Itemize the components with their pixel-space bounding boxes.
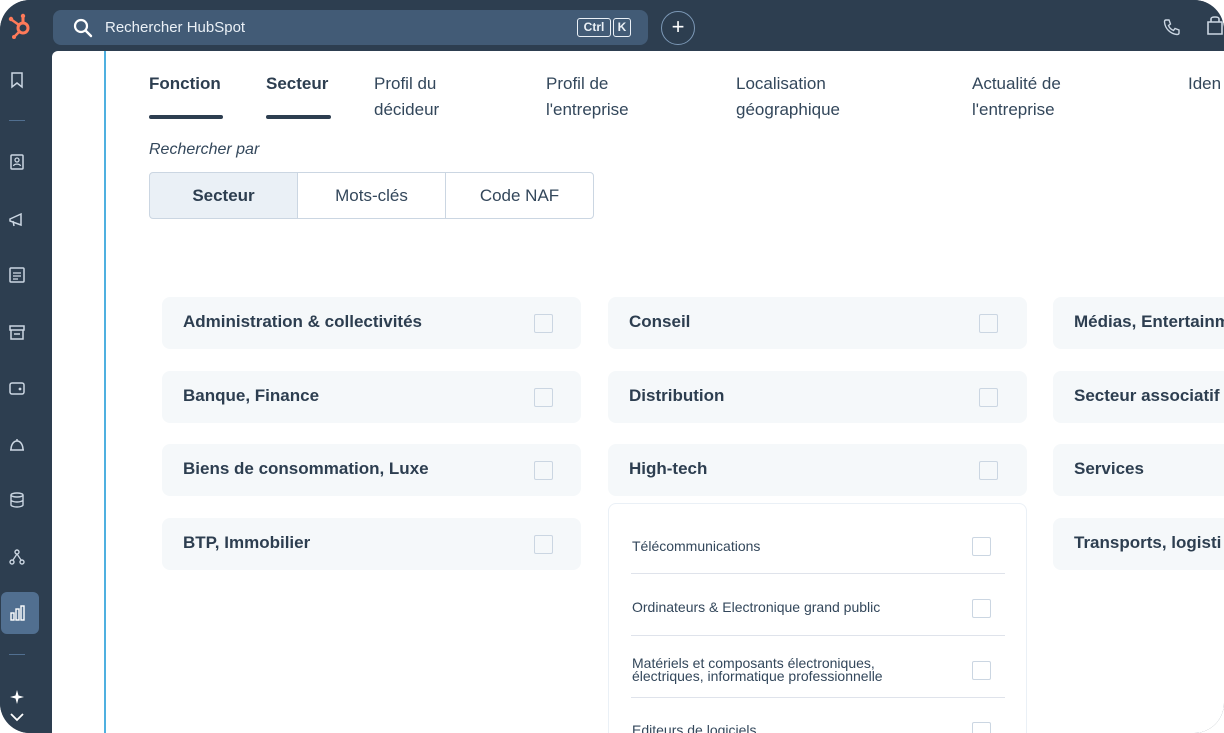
tab-actualite[interactable]: Actualité de l'entreprise [972, 71, 1061, 123]
service-icon[interactable] [8, 436, 26, 454]
wallet-icon[interactable] [8, 379, 26, 397]
sector-item[interactable]: Services [1053, 444, 1224, 496]
subsector-checkbox[interactable] [972, 537, 991, 556]
chevron-down-icon[interactable] [8, 708, 26, 726]
tab-localisation[interactable]: Localisation géographique [736, 71, 840, 123]
subsector-label: Editeurs de logiciels [632, 722, 757, 733]
shortcut-k-badge: K [613, 18, 631, 37]
marketplace-icon[interactable] [1206, 16, 1224, 36]
app-window: Rechercher HubSpot Ctrl K + Fonction Sec… [0, 0, 1224, 733]
sector-checkbox[interactable] [534, 388, 553, 407]
subsector-item[interactable]: Editeurs de logiciels [631, 698, 1005, 733]
content-left-border [104, 51, 106, 733]
tab-profil-decideur[interactable]: Profil du décideur [374, 71, 439, 123]
bookmark-icon[interactable] [8, 71, 26, 89]
sector-label: Médias, Entertainm [1074, 312, 1224, 331]
phone-icon[interactable] [1163, 18, 1181, 36]
sector-item[interactable]: Distribution [608, 371, 1027, 423]
megaphone-icon[interactable] [8, 211, 26, 229]
create-new-button[interactable]: + [661, 11, 695, 45]
subsector-label: Télécommunications [632, 538, 761, 554]
main-content: Fonction Secteur Profil du décideur Prof… [52, 51, 1224, 733]
sparkle-icon[interactable] [8, 688, 26, 706]
sector-item[interactable]: Banque, Finance [162, 371, 581, 423]
search-icon [73, 18, 93, 38]
search-placeholder: Rechercher HubSpot [105, 19, 246, 36]
workflows-icon[interactable] [8, 548, 26, 566]
tab-profil-entreprise[interactable]: Profil de l'entreprise [546, 71, 629, 123]
reports-icon[interactable] [8, 604, 26, 622]
left-sidebar [0, 51, 52, 733]
sector-item[interactable]: Transports, logisti [1053, 518, 1224, 570]
search-by-code-naf[interactable]: Code NAF [445, 172, 594, 219]
content-icon[interactable] [8, 266, 26, 284]
database-icon[interactable] [8, 491, 26, 509]
sector-checkbox[interactable] [534, 461, 553, 480]
tab-fonction[interactable]: Fonction [149, 71, 221, 97]
sector-label: Secteur associatif [1074, 386, 1220, 405]
sidebar-divider [9, 120, 25, 121]
sector-label: Banque, Finance [183, 386, 320, 405]
sector-item[interactable]: Médias, Entertainm [1053, 297, 1224, 349]
subsector-item[interactable]: Matériels et composants électroniques, é… [631, 636, 1005, 698]
sector-item[interactable]: High-tech [608, 444, 1027, 496]
hightech-subsectors-panel: Télécommunications Ordinateurs & Electro… [608, 503, 1027, 733]
sector-checkbox[interactable] [979, 461, 998, 480]
sector-item[interactable]: Administration & collectivités [162, 297, 581, 349]
search-by-secteur[interactable]: Secteur [149, 172, 298, 219]
tab-secteur[interactable]: Secteur [266, 71, 328, 97]
sector-checkbox[interactable] [979, 314, 998, 333]
sector-label: Services [1074, 459, 1144, 478]
search-by-mots-cles[interactable]: Mots-clés [297, 172, 446, 219]
contacts-icon[interactable] [8, 153, 26, 171]
subsector-item[interactable]: Télécommunications [631, 504, 1005, 574]
search-by-label: Rechercher par [149, 141, 260, 158]
sector-item[interactable]: Secteur associatif [1053, 371, 1224, 423]
sector-item[interactable]: BTP, Immobilier [162, 518, 581, 570]
tab-identite[interactable]: Iden [1188, 71, 1221, 97]
sector-label: Administration & collectivités [183, 312, 422, 331]
sector-checkbox[interactable] [534, 314, 553, 333]
tab-secteur-underline [266, 115, 331, 119]
subsector-checkbox[interactable] [972, 599, 991, 618]
subsector-checkbox[interactable] [972, 722, 991, 733]
shortcut-ctrl-badge: Ctrl [577, 18, 611, 37]
subsector-label: Ordinateurs & Electronique grand public [632, 599, 881, 615]
sector-item[interactable]: Conseil [608, 297, 1027, 349]
sector-label: Conseil [629, 312, 691, 331]
sector-label: Biens de consommation, Luxe [183, 459, 429, 478]
sector-label: Distribution [629, 386, 725, 405]
global-search[interactable]: Rechercher HubSpot Ctrl K [53, 10, 648, 45]
commerce-icon[interactable] [8, 323, 26, 341]
sector-label: BTP, Immobilier [183, 533, 311, 552]
subsector-item[interactable]: Ordinateurs & Electronique grand public [631, 574, 1005, 636]
sidebar-divider [9, 654, 25, 655]
subsector-checkbox[interactable] [972, 661, 991, 680]
sector-item[interactable]: Biens de consommation, Luxe [162, 444, 581, 496]
sector-checkbox[interactable] [979, 388, 998, 407]
subsector-label: Matériels et composants électroniques, é… [632, 655, 883, 684]
sector-label: High-tech [629, 459, 708, 478]
sector-checkbox[interactable] [534, 535, 553, 554]
sector-label: Transports, logisti [1074, 533, 1222, 552]
tab-fonction-underline [149, 115, 223, 119]
top-navigation-bar: Rechercher HubSpot Ctrl K + [0, 0, 1224, 51]
hubspot-logo-icon[interactable] [7, 12, 33, 40]
